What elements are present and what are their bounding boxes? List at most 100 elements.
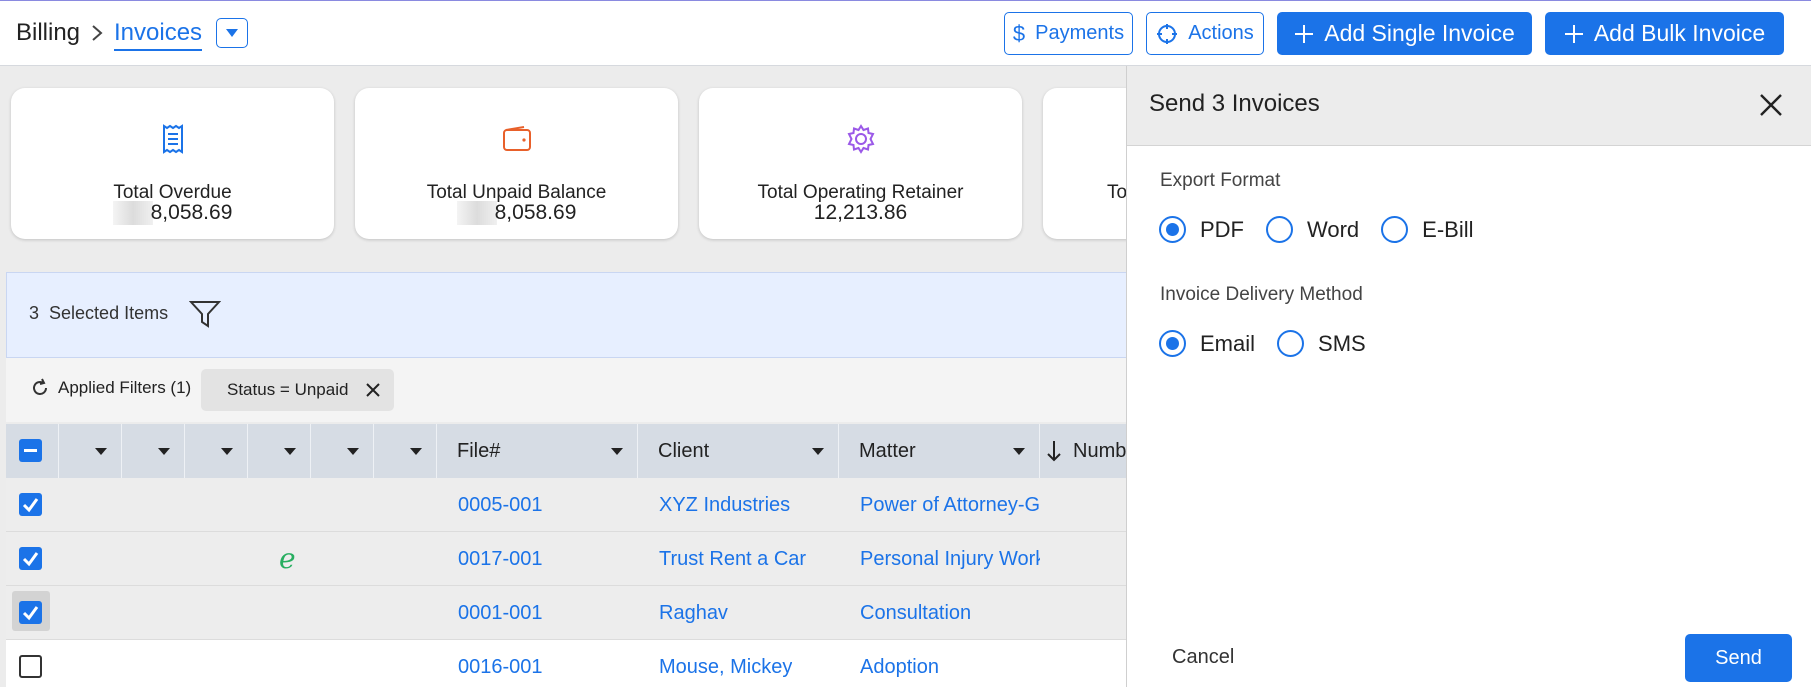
radio-button[interactable] xyxy=(1381,216,1409,243)
column-number[interactable]: Numb xyxy=(1040,424,1127,478)
caret-down-icon xyxy=(812,448,824,455)
radio-label: PDF xyxy=(1200,216,1244,242)
add-single-label: Add Single Invoice xyxy=(1324,20,1515,46)
close-icon[interactable] xyxy=(366,383,381,397)
radio-ebill[interactable]: E-Bill xyxy=(1381,216,1474,243)
table-row[interactable]: 0016-001 Mouse, Mickey Adoption xyxy=(6,640,1127,687)
caret-down-icon xyxy=(158,448,170,455)
add-bulk-invoice-button[interactable]: Add Bulk Invoice xyxy=(1545,12,1784,55)
table-header: File# Client Matter Numb xyxy=(6,424,1127,478)
applied-filters[interactable]: Applied Filters (1) xyxy=(30,378,191,398)
applied-filters-row: Applied Filters (1) Status = Unpaid xyxy=(6,358,1127,422)
card-total-unpaid: Total Unpaid Balance 8,058.69 xyxy=(355,88,678,239)
radio-sms[interactable]: SMS xyxy=(1277,330,1366,357)
card-total-overdue: Total Overdue 8,058.69 xyxy=(11,88,334,239)
row-checkbox[interactable] xyxy=(19,547,42,570)
plus-icon xyxy=(1564,24,1583,43)
radio-email[interactable]: Email xyxy=(1159,330,1255,357)
column-client[interactable]: Client xyxy=(638,424,839,478)
column-icon-6[interactable] xyxy=(374,424,437,478)
selected-items-count: 3 Selected Items xyxy=(29,303,169,323)
select-all-checkbox[interactable] xyxy=(19,439,42,462)
caret-down-icon xyxy=(95,448,107,455)
actions-label: Actions xyxy=(1188,22,1254,44)
column-icon-4[interactable] xyxy=(248,424,311,478)
caret-down-icon xyxy=(221,448,233,455)
matter-link[interactable]: Consultation xyxy=(860,602,1040,625)
row-checkbox[interactable] xyxy=(19,655,42,678)
caret-down-icon xyxy=(226,29,238,37)
radio-button[interactable] xyxy=(1266,216,1293,243)
client-link[interactable]: Trust Rent a Car xyxy=(659,548,806,571)
wallet-icon xyxy=(502,126,531,151)
close-icon[interactable] xyxy=(1758,92,1784,118)
chevron-right-icon xyxy=(92,25,103,41)
row-checkbox[interactable] xyxy=(19,493,42,516)
export-format-label: Export Format xyxy=(1160,170,1281,191)
card-partial: To xyxy=(1043,88,1127,239)
breadcrumb-billing[interactable]: Billing xyxy=(16,19,80,47)
filter-chip-status: Status = Unpaid xyxy=(201,369,394,411)
card-value: 8,058.69 xyxy=(11,201,334,226)
file-link[interactable]: 0016-001 xyxy=(458,656,543,679)
add-single-invoice-button[interactable]: Add Single Invoice xyxy=(1277,12,1532,55)
top-header: Billing Invoices $ Payments Actions Add … xyxy=(0,0,1811,66)
column-file[interactable]: File# xyxy=(437,424,638,478)
export-format-group: PDF Word E-Bill xyxy=(1159,216,1496,243)
radio-button[interactable] xyxy=(1277,330,1305,357)
radio-word[interactable]: Word xyxy=(1266,216,1359,243)
column-matter[interactable]: Matter xyxy=(839,424,1040,478)
payments-label: Payments xyxy=(1035,22,1125,44)
column-label: Client xyxy=(658,439,710,462)
redacted-block xyxy=(456,201,497,226)
file-link[interactable]: 0017-001 xyxy=(458,548,543,571)
caret-down-icon xyxy=(1013,448,1025,455)
matter-link[interactable]: Adoption xyxy=(860,656,1040,679)
send-button[interactable]: Send xyxy=(1685,634,1792,682)
crosshair-icon xyxy=(1157,23,1178,44)
check-icon xyxy=(22,552,39,567)
radio-label: SMS xyxy=(1318,330,1366,356)
radio-pdf[interactable]: PDF xyxy=(1159,216,1244,243)
radio-button[interactable] xyxy=(1159,330,1186,357)
table-row[interactable]: 0001-001 Raghav Consultation xyxy=(6,586,1127,640)
matter-link[interactable]: Power of Attorney-G xyxy=(860,494,1040,517)
client-link[interactable]: Raghav xyxy=(659,602,728,625)
send-invoices-panel: Send 3 Invoices Export Format PDF Word E… xyxy=(1126,66,1811,687)
actions-button[interactable]: Actions xyxy=(1146,12,1264,55)
gear-icon xyxy=(847,124,874,154)
invoices-dropdown-button[interactable] xyxy=(216,18,248,48)
matter-link[interactable]: Personal Injury Work xyxy=(860,548,1040,571)
column-icon-1[interactable] xyxy=(59,424,122,478)
row-checkbox[interactable] xyxy=(19,601,42,624)
client-link[interactable]: Mouse, Mickey xyxy=(659,656,792,679)
payments-button[interactable]: $ Payments xyxy=(1004,12,1133,55)
radio-button[interactable] xyxy=(1159,216,1186,243)
plus-icon xyxy=(1295,24,1314,43)
caret-down-icon xyxy=(611,448,623,455)
cancel-button[interactable]: Cancel xyxy=(1172,646,1234,669)
radio-label: Email xyxy=(1200,330,1256,356)
file-link[interactable]: 0001-001 xyxy=(458,602,543,625)
client-link[interactable]: XYZ Industries xyxy=(659,494,790,517)
panel-header: Send 3 Invoices xyxy=(1127,66,1811,146)
dollar-icon: $ xyxy=(1012,20,1026,46)
table-row[interactable]: 0005-001 XYZ Industries Power of Attorne… xyxy=(6,478,1127,532)
filter-icon[interactable] xyxy=(189,299,221,329)
receipt-icon xyxy=(162,124,183,154)
column-icon-3[interactable] xyxy=(185,424,248,478)
table-row[interactable]: e 0017-001 Trust Rent a Car Personal Inj… xyxy=(6,532,1127,586)
filter-chip-label: Status = Unpaid xyxy=(227,380,349,399)
column-label: File# xyxy=(457,439,501,462)
arrow-down-icon xyxy=(1047,441,1061,462)
check-icon xyxy=(22,606,39,621)
applied-filters-label: Applied Filters (1) xyxy=(58,378,192,397)
card-operating-retainer: Total Operating Retainer 12,213.86 xyxy=(699,88,1022,239)
column-icon-2[interactable] xyxy=(122,424,185,478)
radio-label: E-Bill xyxy=(1422,216,1474,242)
column-icon-5[interactable] xyxy=(311,424,374,478)
header-select-all[interactable] xyxy=(6,424,59,478)
file-link[interactable]: 0005-001 xyxy=(458,494,543,517)
selection-bar: 3 Selected Items xyxy=(6,272,1127,358)
breadcrumb-invoices[interactable]: Invoices xyxy=(114,19,203,51)
